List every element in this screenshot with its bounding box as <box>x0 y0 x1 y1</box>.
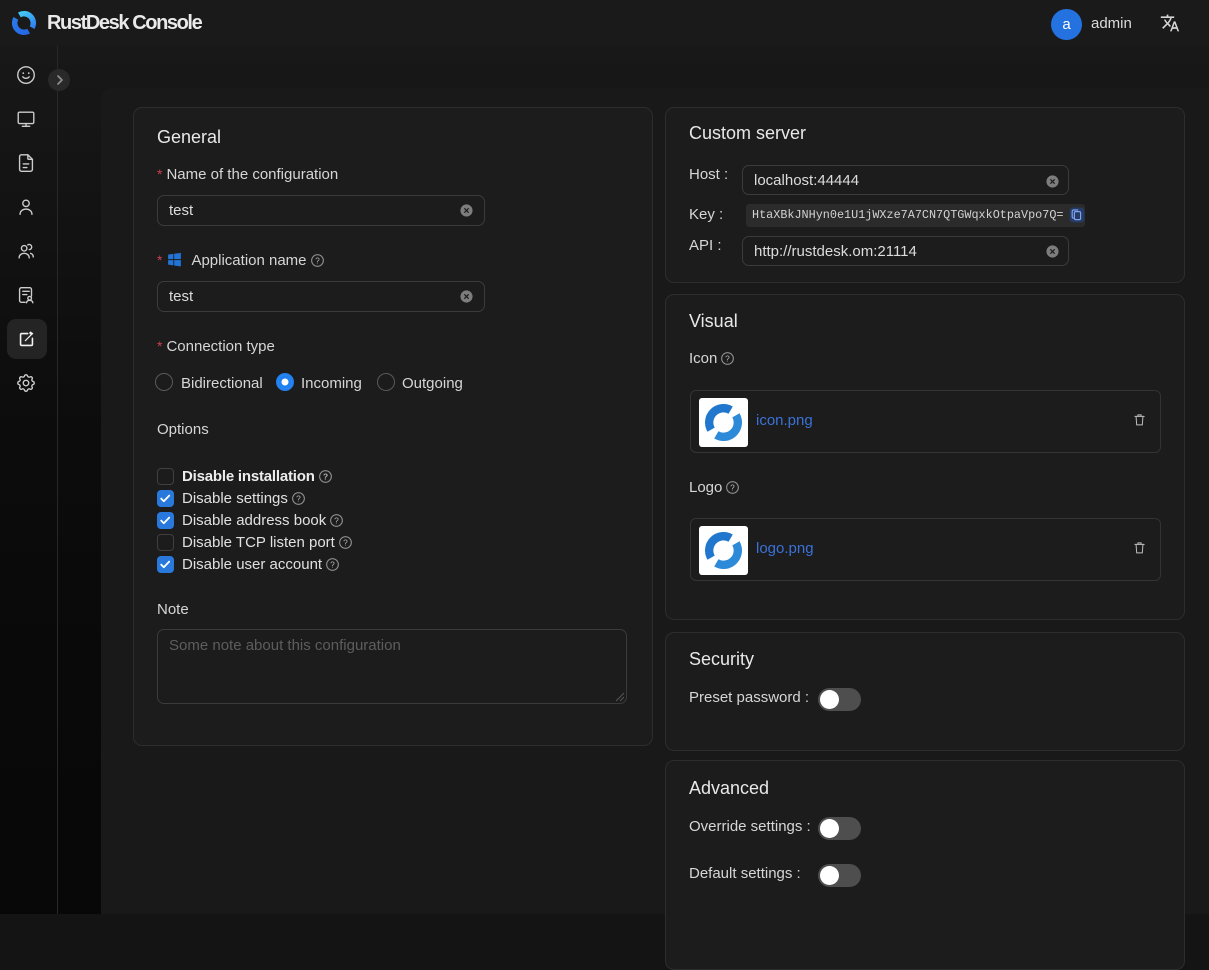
svg-text:?: ? <box>323 471 328 481</box>
svg-text:?: ? <box>296 493 301 503</box>
svg-text:?: ? <box>315 255 320 265</box>
svg-text:?: ? <box>731 482 736 492</box>
svg-text:?: ? <box>726 353 731 363</box>
svg-text:?: ? <box>334 515 339 525</box>
svg-text:?: ? <box>343 537 348 547</box>
svg-text:?: ? <box>330 559 335 569</box>
